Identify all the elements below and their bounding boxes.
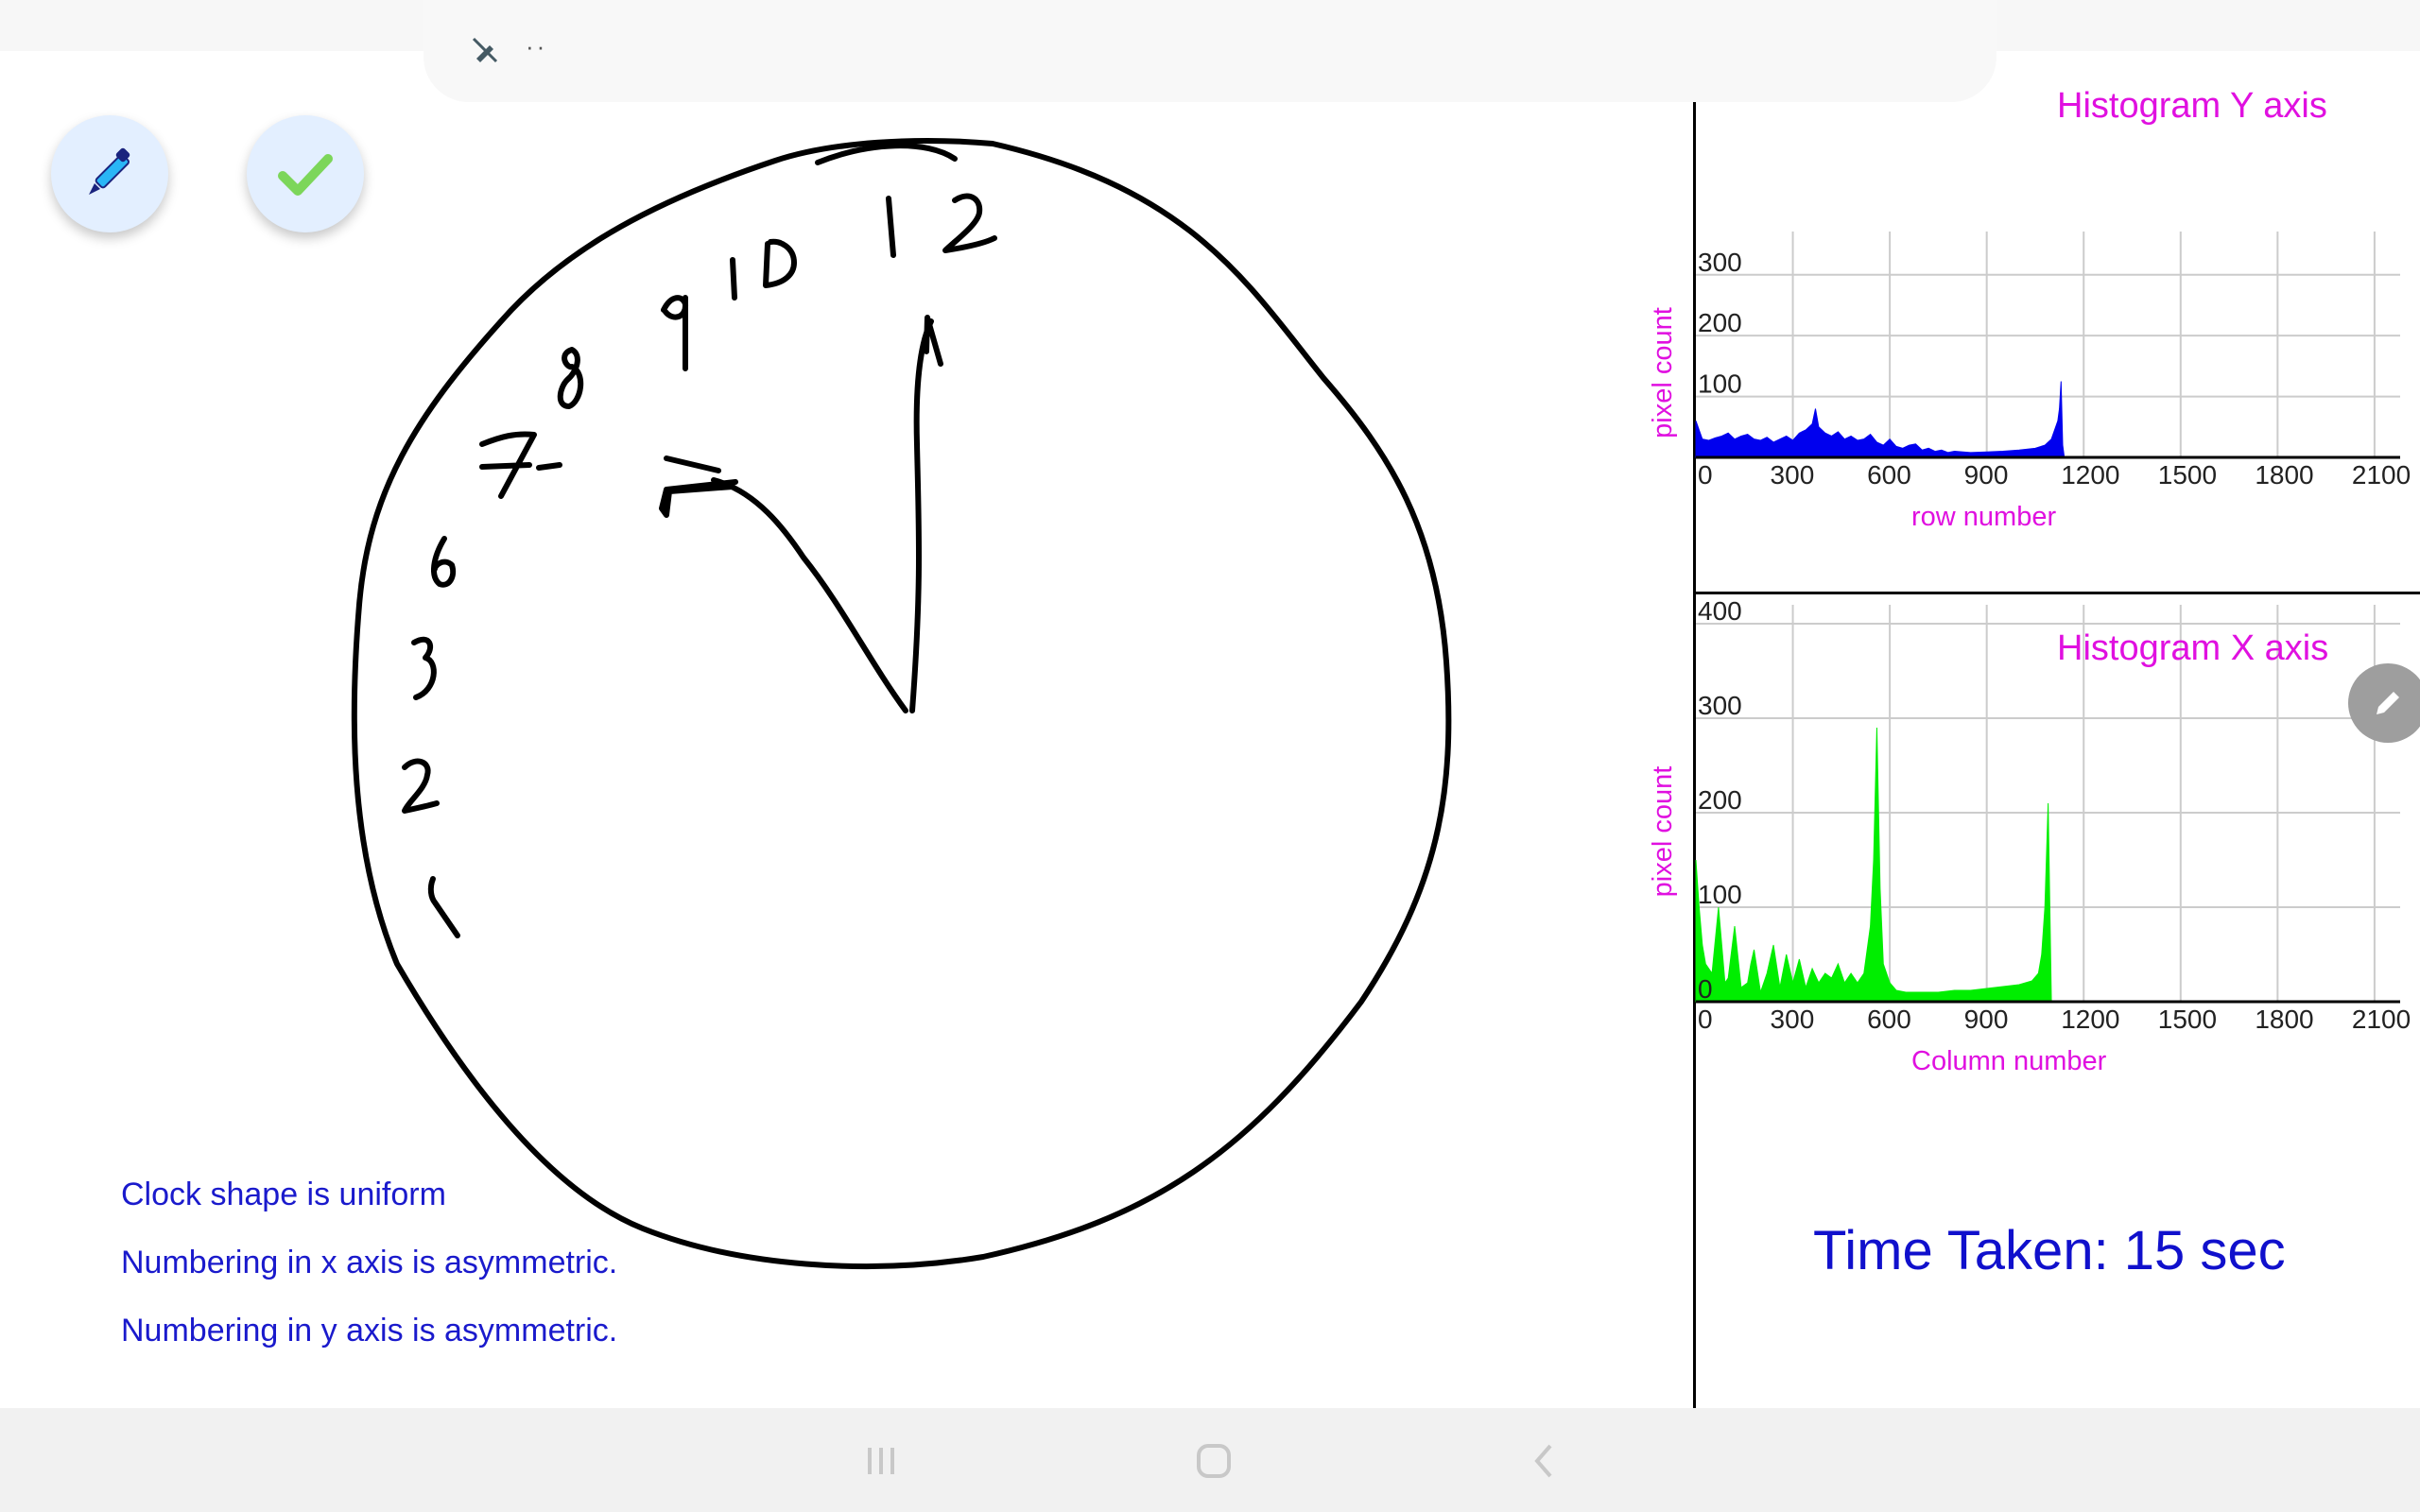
floating-edit-button[interactable] <box>2348 663 2420 743</box>
hour-hand-arrow <box>659 479 738 518</box>
x-tick-label: 1500 <box>2158 1005 2217 1034</box>
digit-3 <box>411 636 437 700</box>
time-taken-label: Time Taken: 15 sec <box>1813 1220 2286 1281</box>
hour-hand-arrowhead <box>664 455 721 473</box>
result-x-numbering: Numbering in x axis is asymmetric. <box>121 1245 618 1280</box>
digit-9 <box>661 295 688 371</box>
digit-1 <box>427 876 460 938</box>
x-tick-label: 2100 <box>2352 460 2411 490</box>
recent-apps-icon[interactable] <box>860 1440 902 1482</box>
x-tick-label: 0 <box>1698 460 1713 490</box>
clock-drawing-canvas[interactable] <box>340 132 1475 1285</box>
histogram-x-chart: 0 300 600 900 1200 1500 1800 2100 0 100 200 300 400 H… <box>1648 596 2411 1076</box>
minute-hand <box>909 318 934 713</box>
x-tick-label: 300 <box>1771 1005 1815 1034</box>
pen-icon <box>89 147 130 195</box>
minute-hand-arrow <box>924 315 943 367</box>
digit-8 <box>557 347 584 409</box>
check-icon <box>278 154 333 196</box>
y-tick-label: 100 <box>1698 369 1742 399</box>
result-shape: Clock shape is uniform <box>121 1177 446 1212</box>
x-tick-label: 1200 <box>2061 460 2119 490</box>
y-tick-label: 0 <box>1698 974 1713 1004</box>
x-tick-label: 900 <box>1964 1005 2009 1034</box>
back-icon[interactable] <box>1524 1440 1565 1482</box>
x-tick-label: 0 <box>1698 1005 1713 1034</box>
home-icon[interactable] <box>1193 1440 1235 1482</box>
x-tick-label: 2100 <box>2352 1005 2411 1034</box>
histogram-area <box>1695 381 2066 458</box>
pen-tool-button[interactable] <box>51 115 168 232</box>
x-tick-label: 1800 <box>2255 1005 2313 1034</box>
x-tick-label: 600 <box>1867 1005 1911 1034</box>
histogram-y-chart: 0 300 600 900 1200 1500 1800 2100 100 200 300 Histo… <box>1648 86 2411 532</box>
y-tick-label: 300 <box>1698 248 1742 277</box>
y-tick-label: 400 <box>1698 596 1742 626</box>
x-tick-label: 1200 <box>2061 1005 2119 1034</box>
y-tick-label: 300 <box>1698 691 1742 720</box>
digit-2 <box>402 758 440 814</box>
no-edit-icon[interactable] <box>471 36 499 64</box>
result-y-numbering: Numbering in y axis is asymmetric. <box>121 1313 618 1349</box>
system-navigation-bar <box>0 1408 2420 1512</box>
digit-10 <box>730 238 797 301</box>
x-tick-label: 1500 <box>2158 460 2217 490</box>
x-tick-label: 900 <box>1964 460 2009 490</box>
hour-hand <box>711 477 908 713</box>
x-tick-label: 300 <box>1771 460 1815 490</box>
chart-title: Histogram X axis <box>2057 628 2328 668</box>
y-axis-label: pixel count <box>1648 307 1678 438</box>
chart-title: Histogram Y axis <box>2057 86 2327 126</box>
more-dots-icon[interactable]: ·· <box>526 32 547 61</box>
digit-7 <box>479 431 562 499</box>
y-tick-label: 200 <box>1698 308 1742 337</box>
y-tick-label: 200 <box>1698 785 1742 815</box>
x-axis-label: Column number <box>1911 1046 2107 1076</box>
pencil-icon <box>2377 692 2399 714</box>
x-axis-label: row number <box>1911 502 2056 532</box>
histogram-area <box>1695 727 2052 1003</box>
digit-12 <box>886 193 997 258</box>
y-axis-label: pixel count <box>1648 766 1678 898</box>
x-tick-label: 600 <box>1867 460 1911 490</box>
digit-6 <box>431 536 457 588</box>
x-tick-label: 1800 <box>2255 460 2313 490</box>
y-tick-label: 100 <box>1698 880 1742 909</box>
